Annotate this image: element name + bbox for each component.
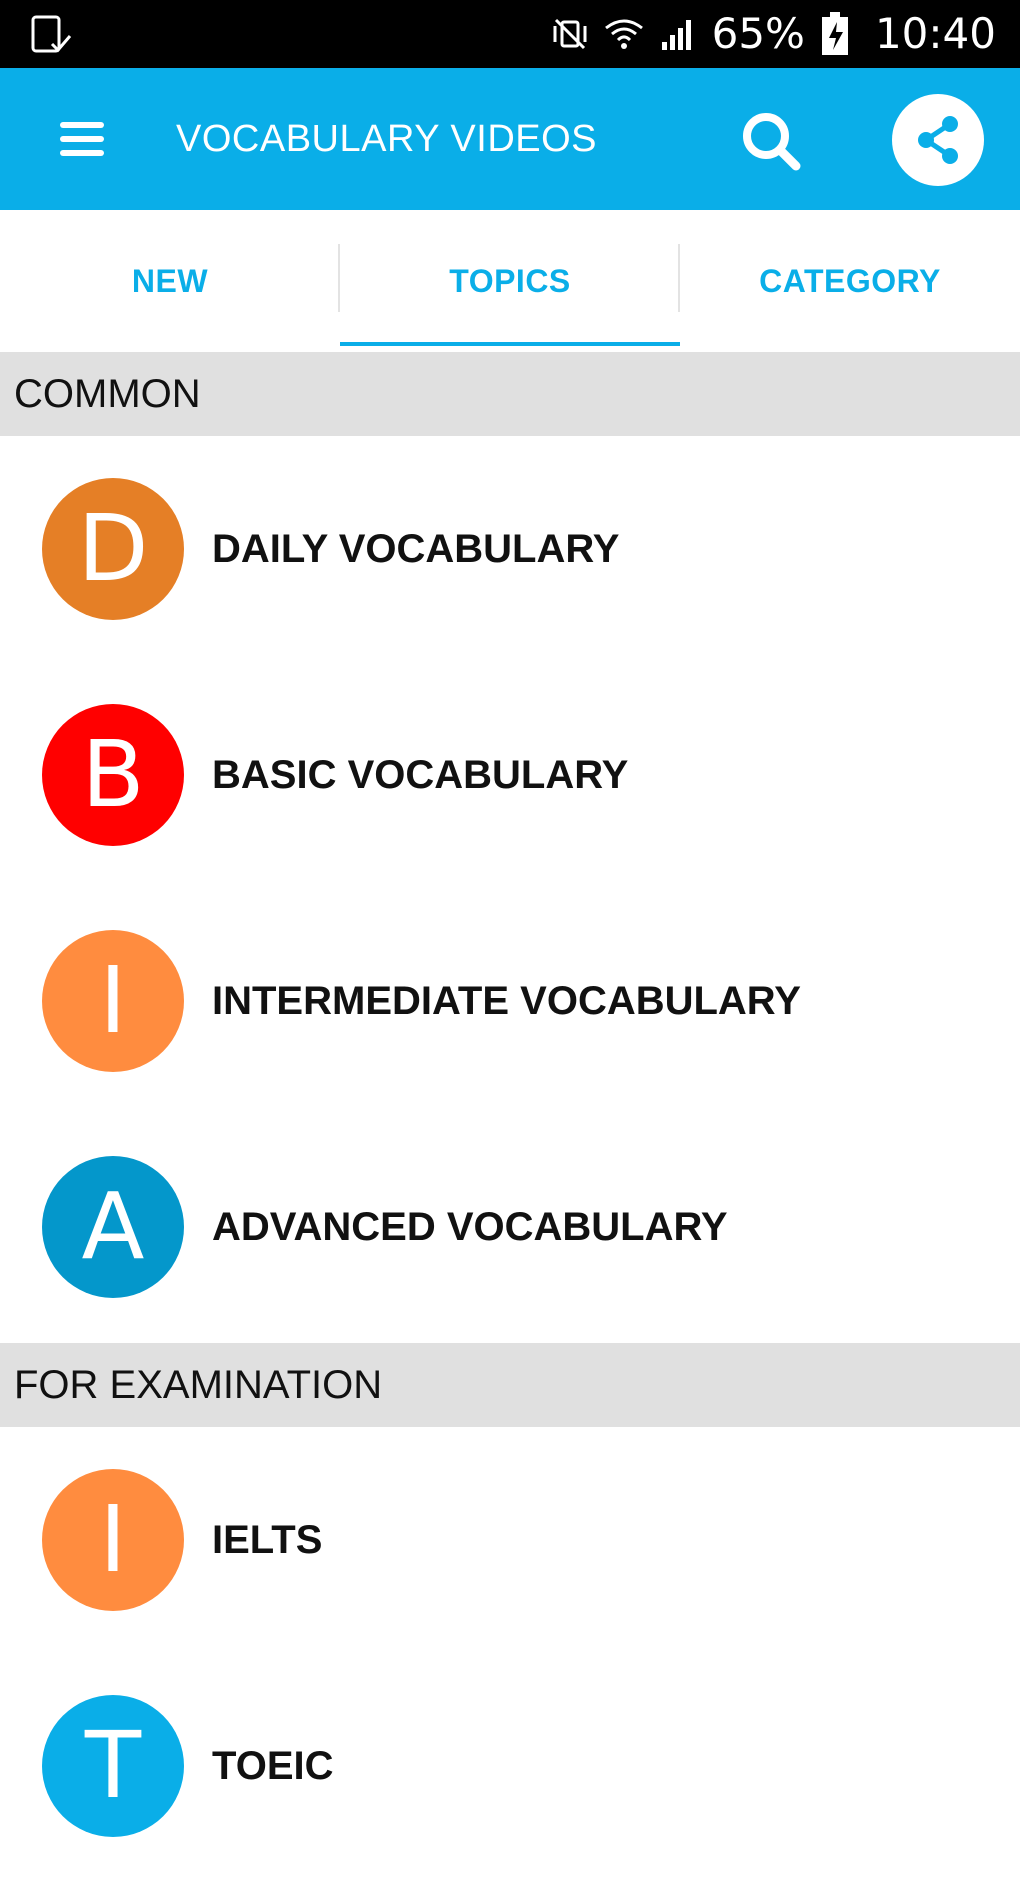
section-header-common: COMMON	[0, 352, 1020, 436]
status-bar: 65% 10:40	[0, 0, 1020, 68]
list-item-label: INTERMEDIATE VOCABULARY	[212, 979, 801, 1023]
letter-avatar: B	[42, 704, 184, 846]
list-item-basic-vocabulary[interactable]: B BASIC VOCABULARY	[0, 662, 1020, 888]
avatar-letter: I	[99, 1486, 127, 1593]
list-item-advanced-vocabulary[interactable]: A ADVANCED VOCABULARY	[0, 1114, 1020, 1340]
tab-category[interactable]: CATEGORY	[680, 210, 1020, 352]
avatar-letter: T	[84, 1712, 142, 1819]
tab-label: TOPICS	[449, 262, 571, 299]
battery-charging-icon	[815, 12, 855, 55]
vibrate-mute-icon	[550, 14, 590, 54]
list-item-label: ADVANCED VOCABULARY	[212, 1205, 728, 1249]
letter-avatar: I	[42, 1469, 184, 1611]
clock: 10:40	[874, 9, 996, 58]
letter-avatar: T	[42, 1695, 184, 1837]
share-button[interactable]	[892, 94, 984, 186]
list-item-label: BASIC VOCABULARY	[212, 753, 629, 797]
section-header-for-examination: FOR EXAMINATION	[0, 1343, 1020, 1427]
share-icon	[918, 116, 958, 164]
selected-tab-indicator	[340, 342, 680, 346]
list-item-label: IELTS	[212, 1518, 323, 1562]
list-item-intermediate-vocabulary[interactable]: I INTERMEDIATE VOCABULARY	[0, 888, 1020, 1114]
section-header-label: FOR EXAMINATION	[14, 1363, 383, 1407]
tab-bar: NEW TOPICS CATEGORY	[0, 210, 1020, 352]
list-item-daily-vocabulary[interactable]: D DAILY VOCABULARY	[0, 436, 1020, 662]
section-header-label: COMMON	[14, 372, 201, 416]
hamburger-menu-icon[interactable]	[52, 114, 112, 164]
tab-topics[interactable]: TOPICS	[340, 210, 680, 352]
signal-icon	[658, 14, 698, 54]
letter-avatar: D	[42, 478, 184, 620]
list-item-ielts[interactable]: I IELTS	[0, 1427, 1020, 1653]
avatar-letter: B	[81, 721, 145, 828]
wifi-icon	[604, 14, 644, 54]
letter-avatar: I	[42, 930, 184, 1072]
app-bar: VOCABULARY VIDEOS	[0, 68, 1020, 210]
letter-avatar: A	[42, 1156, 184, 1298]
tab-new[interactable]: NEW	[0, 210, 340, 352]
avatar-letter: I	[99, 947, 127, 1054]
app-title: VOCABULARY VIDEOS	[176, 118, 598, 160]
screenshot-icon	[30, 14, 74, 56]
battery-percentage: 65%	[711, 9, 805, 58]
search-icon[interactable]	[738, 108, 804, 174]
avatar-letter: A	[81, 1173, 145, 1280]
avatar-letter: D	[77, 495, 149, 602]
list-item-label: DAILY VOCABULARY	[212, 527, 620, 571]
list-item-toeic[interactable]: T TOEIC	[0, 1653, 1020, 1879]
tab-label: CATEGORY	[759, 262, 941, 299]
tab-label: NEW	[131, 262, 209, 299]
list-item-label: TOEIC	[212, 1744, 334, 1788]
